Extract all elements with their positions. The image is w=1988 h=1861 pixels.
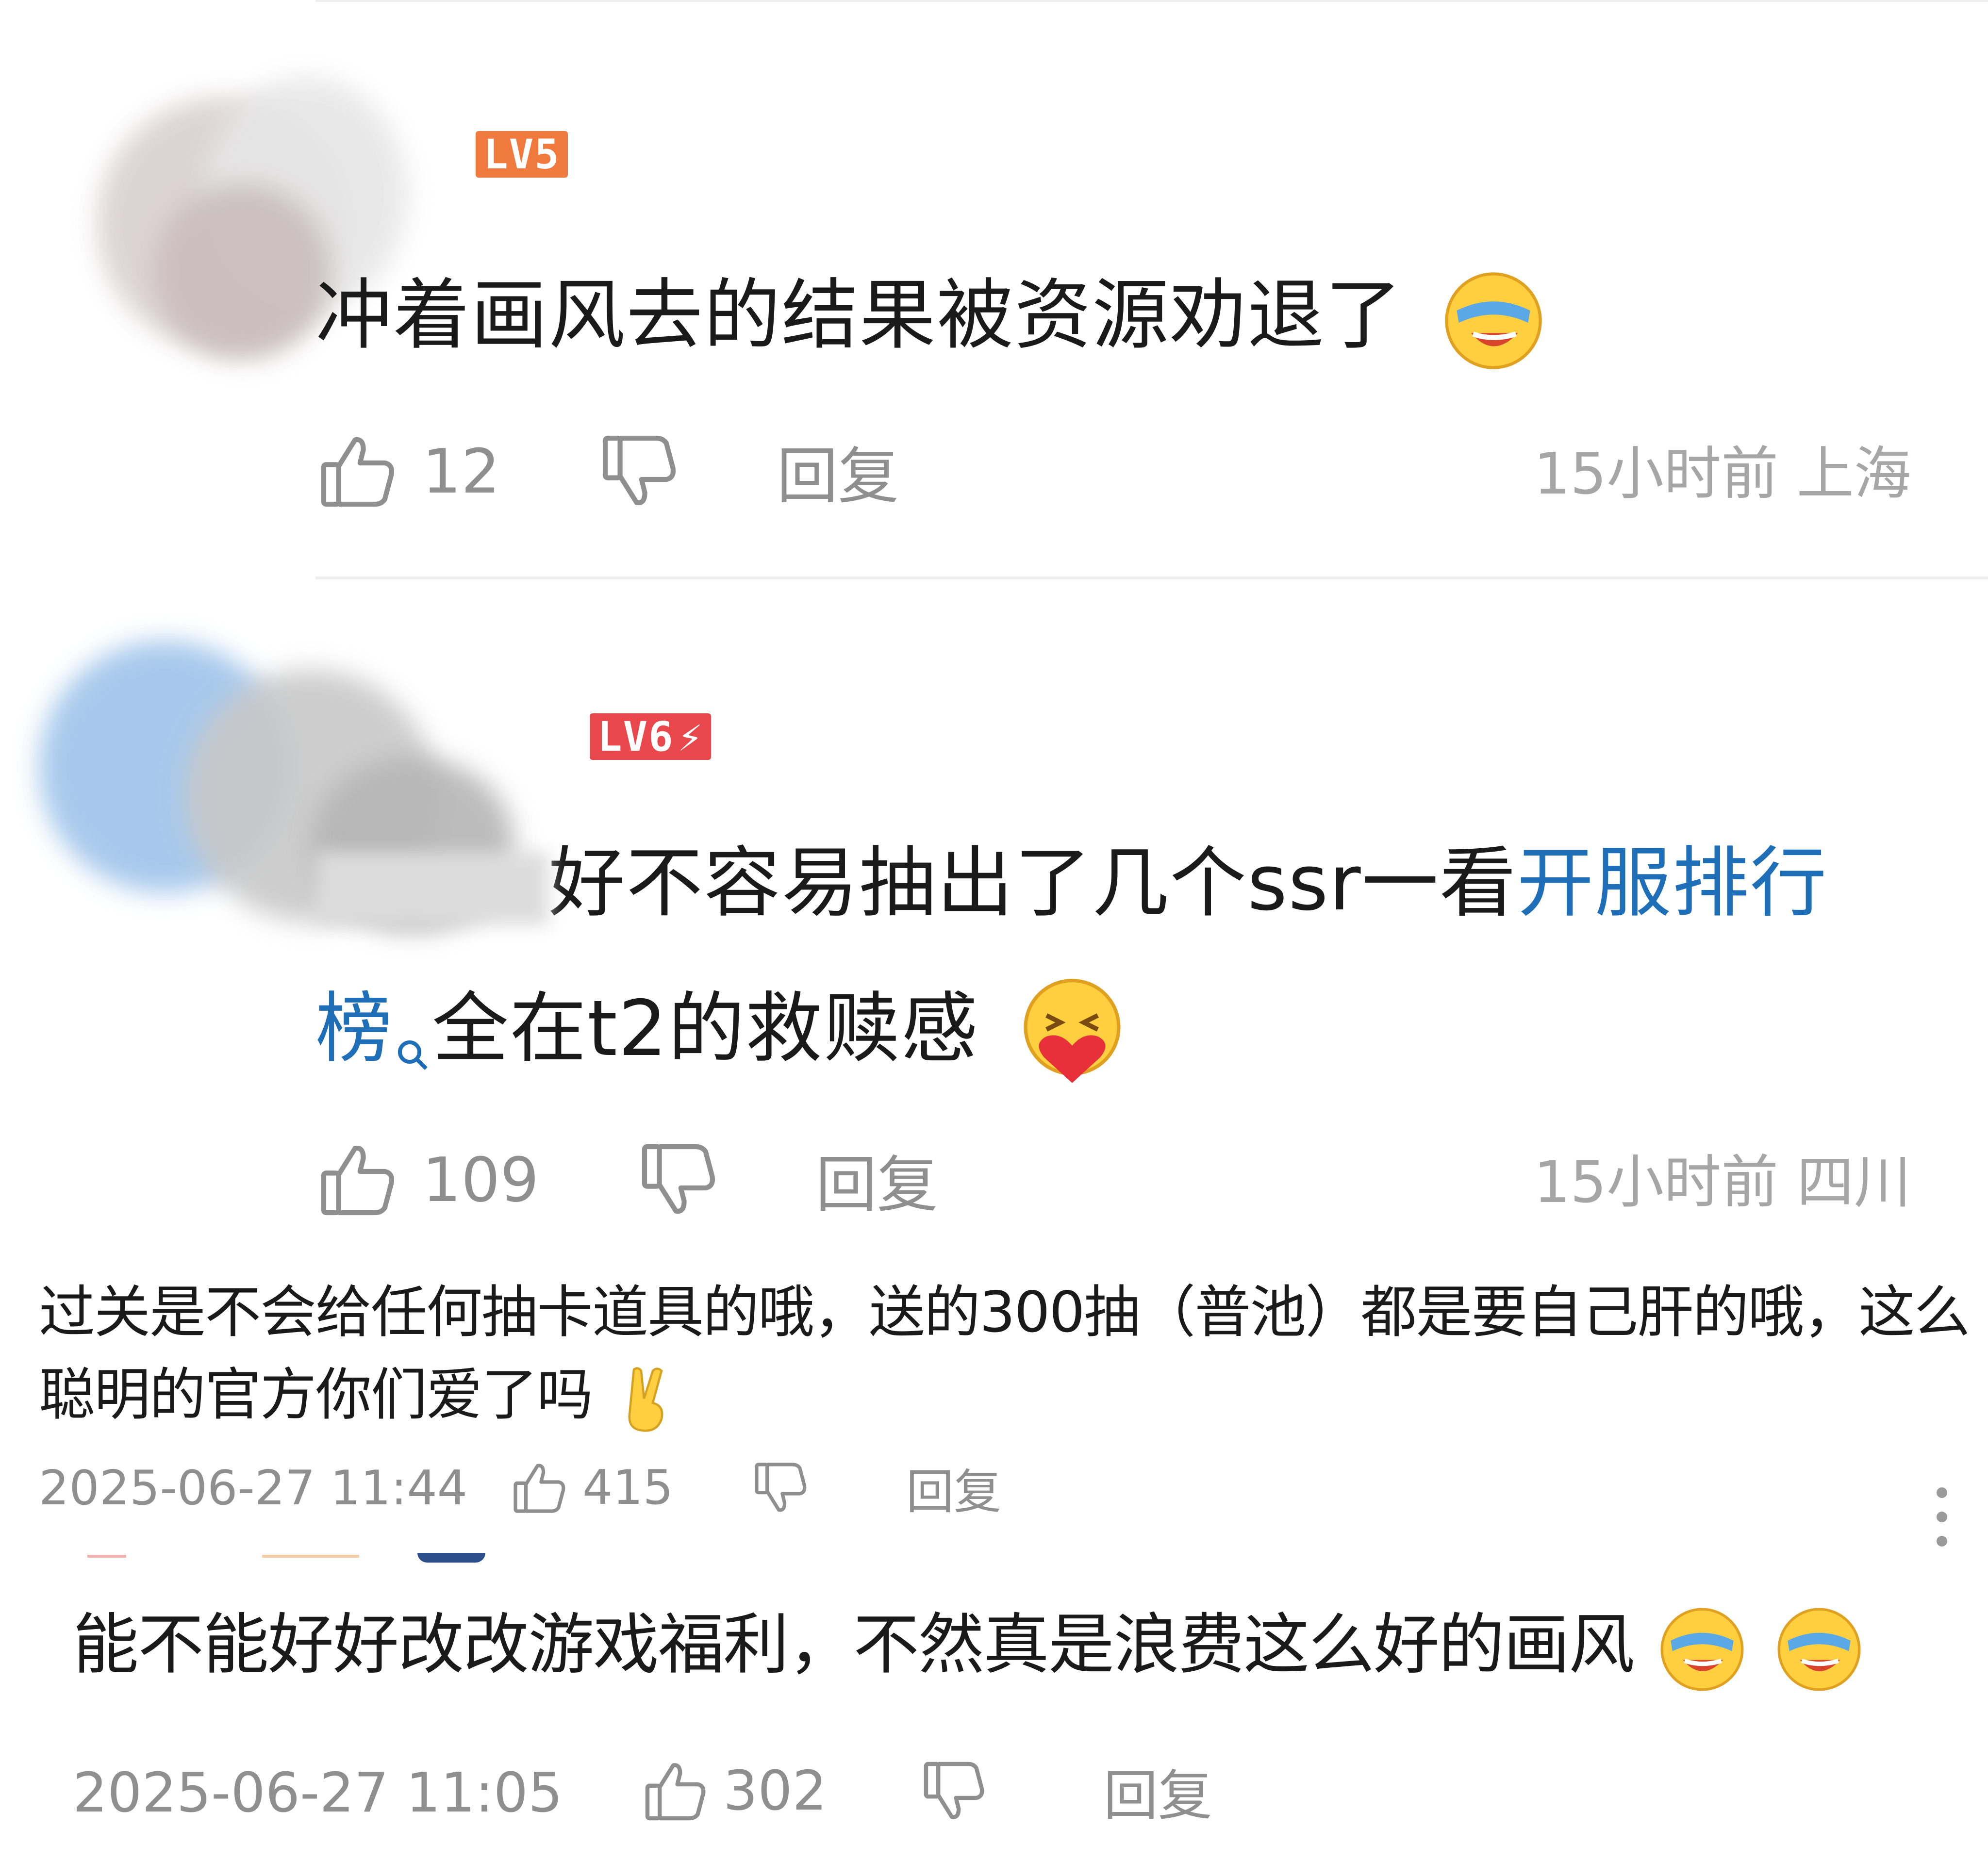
comment-body: 能不能好好改改游戏福利，不然真是浪费这么好的画风	[73, 1607, 1635, 1683]
obscured-username	[315, 852, 548, 925]
like-count: 109	[422, 1144, 539, 1216]
comment-line-2: 聪明的官方你们爱了吗	[39, 1354, 1961, 1436]
action-row: 302 回复	[641, 1752, 1212, 1830]
laugh-cry-emoji	[1775, 1606, 1863, 1693]
more-options-icon[interactable]	[1932, 1482, 1951, 1560]
comment-body: 好不容易抽出了几个ssr一看	[548, 839, 1517, 928]
laugh-cry-emoji	[1658, 1606, 1746, 1693]
dislike-icon[interactable]	[919, 1757, 987, 1825]
timestamp: 2025-06-27 11:44	[39, 1461, 468, 1516]
comment-text: 能不能好好改改游戏福利，不然真是浪费这么好的画风	[73, 1592, 1863, 1698]
like-icon[interactable]	[315, 1138, 398, 1221]
action-row: 109 回复	[315, 1136, 938, 1224]
victory-hand-emoji	[609, 1362, 682, 1435]
timestamp: 2025-06-27 11:05	[73, 1762, 563, 1825]
like-count: 415	[582, 1460, 674, 1515]
time-location: 15小时前 上海	[1534, 440, 1911, 507]
reply-button[interactable]: 回复	[816, 1136, 938, 1224]
reply-button[interactable]: 回复	[906, 1453, 1001, 1522]
comment-line-1: 过关是不会给任何抽卡道具的哦，送的300抽（普池）都是要自己肝的哦，这么	[39, 1280, 1970, 1345]
dislike-icon[interactable]	[751, 1459, 809, 1517]
like-count: 12	[422, 435, 500, 507]
reply-button[interactable]: 回复	[777, 427, 899, 515]
like-icon[interactable]	[641, 1757, 709, 1825]
laugh-cry-emoji	[1442, 270, 1544, 372]
comment-body-end: 全在t2的救赎感	[432, 984, 979, 1073]
like-count: 302	[723, 1760, 827, 1823]
search-icon[interactable]	[393, 975, 432, 1121]
dislike-icon[interactable]	[636, 1138, 719, 1221]
like-icon[interactable]	[315, 430, 398, 512]
top-divider	[315, 0, 1988, 2]
search-link[interactable]: 开服排行	[1517, 839, 1828, 928]
comment-text: 好不容易抽出了几个ssr一看开服排行 榜 全在t2的救赎感	[315, 810, 1828, 1121]
comment-text: 过关是不会给任何抽卡道具的哦，送的300抽（普池）都是要自己肝的哦，这么 聪明的…	[39, 1271, 1970, 1436]
comment-text: 冲着画风去的结果被资源劝退了	[315, 243, 1544, 388]
comment-line-2-text: 聪明的官方你们爱了吗	[39, 1362, 593, 1428]
dislike-icon[interactable]	[597, 430, 679, 512]
action-row: 415 回复	[510, 1453, 1001, 1522]
search-link-cont[interactable]: 榜	[315, 984, 393, 1073]
level-badge: LV6 ⚡	[590, 713, 712, 760]
divider	[315, 576, 1988, 579]
time-location: 15小时前 四川	[1534, 1149, 1911, 1216]
avatar-strip	[0, 1553, 1988, 1565]
comment-body: 冲着画风去的结果被资源劝退了	[315, 271, 1403, 360]
action-row: 12 回复	[315, 427, 899, 515]
heart-hug-emoji	[1014, 976, 1130, 1092]
level-badge: LV5	[476, 131, 568, 178]
like-icon[interactable]	[510, 1459, 568, 1517]
reply-button[interactable]: 回复	[1104, 1752, 1212, 1830]
